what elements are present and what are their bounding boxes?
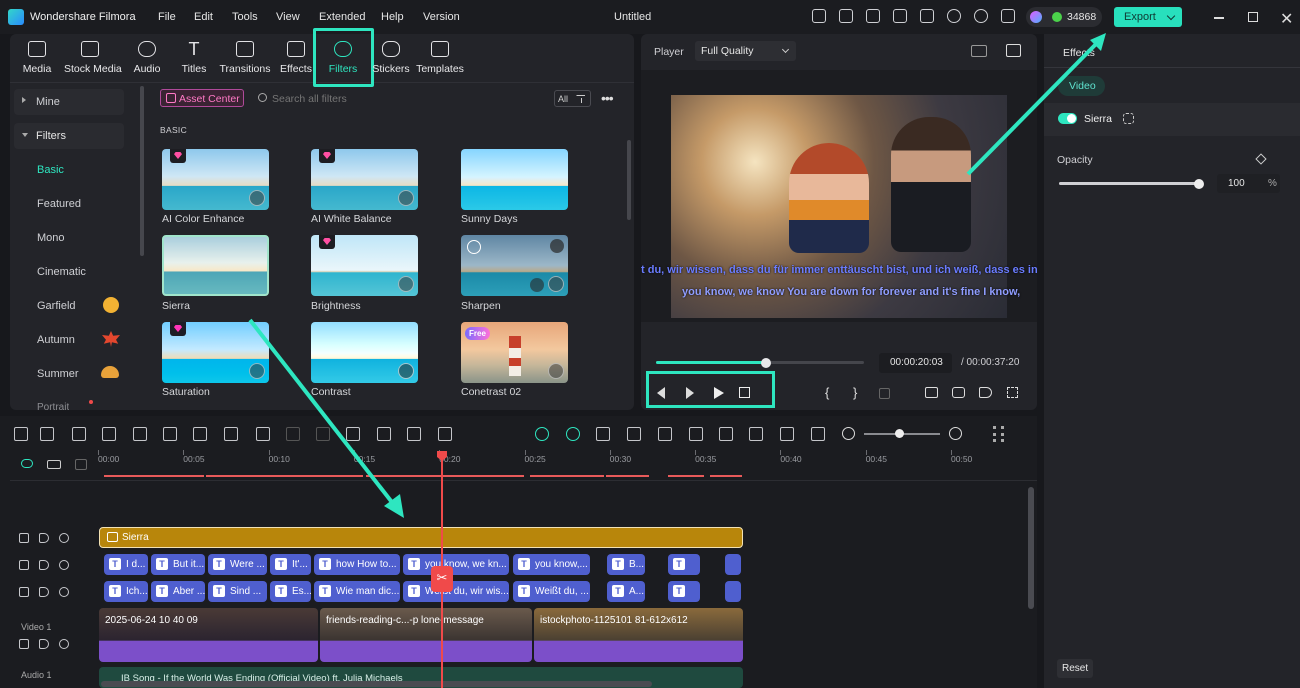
arrow-to-timeline — [248, 318, 400, 512]
arrow-to-export — [966, 40, 1100, 176]
annotation-arrows — [248, 33, 1106, 518]
